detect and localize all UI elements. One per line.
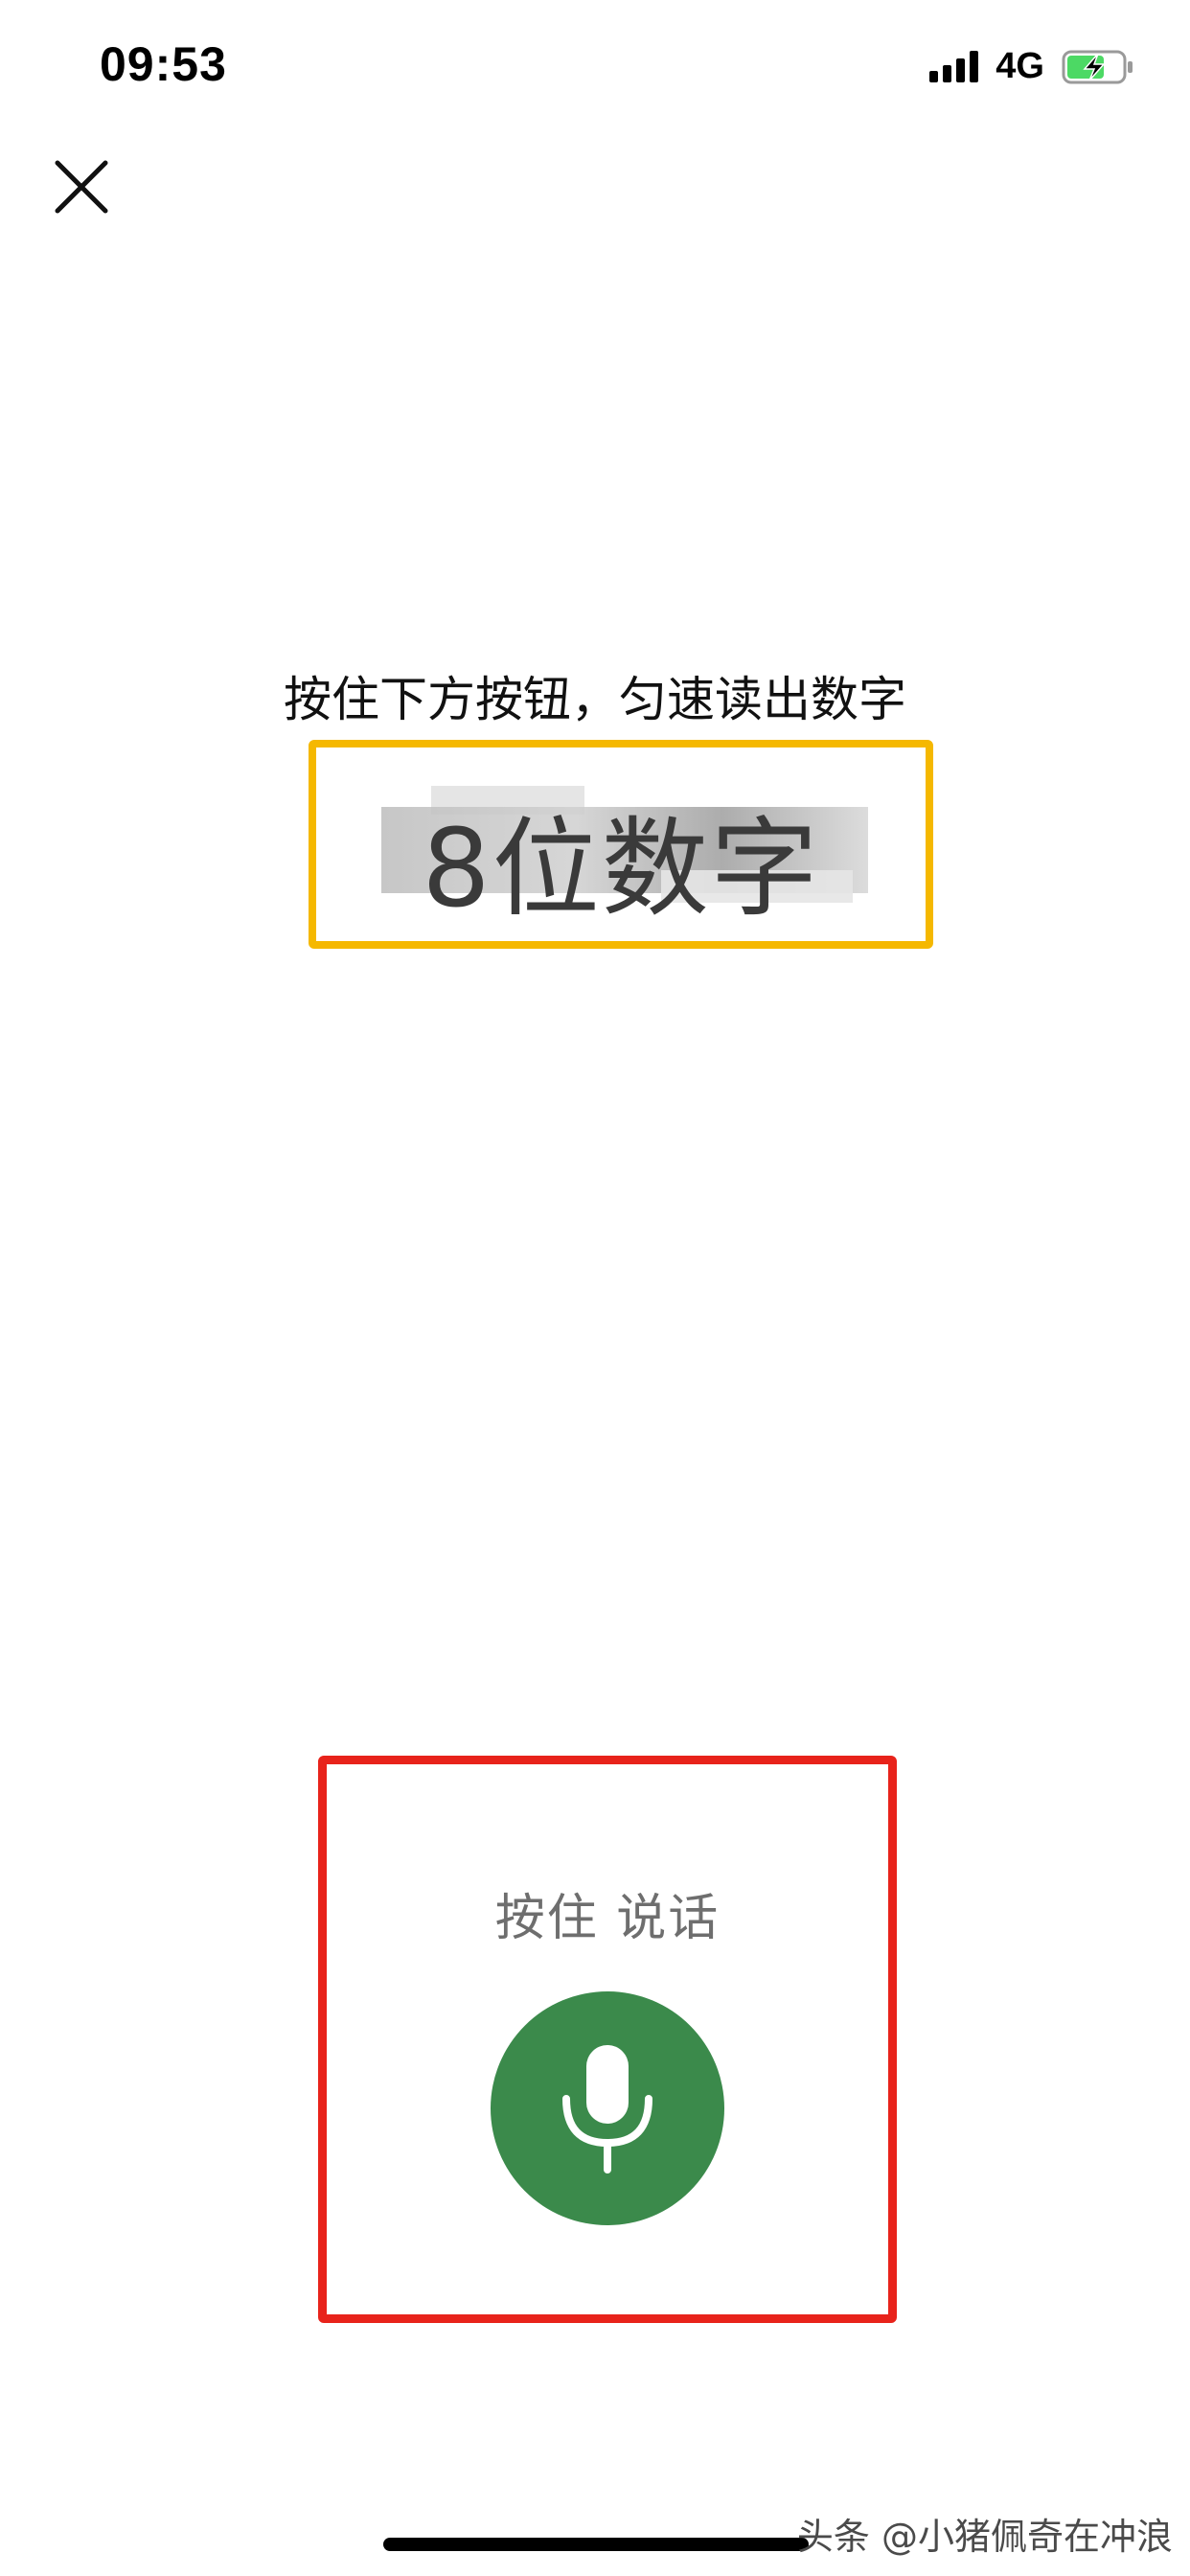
instruction-text: 按住下方按钮，匀速读出数字 xyxy=(284,672,906,727)
close-icon xyxy=(55,160,108,214)
speak-highlight-box: 按住 说话 xyxy=(318,1756,897,2323)
signal-icon xyxy=(929,50,979,82)
digits-placeholder: 8位数字 xyxy=(422,807,820,932)
close-button[interactable] xyxy=(50,155,113,218)
status-indicators: 4G xyxy=(929,42,1133,90)
network-type: 4G xyxy=(995,45,1044,86)
hold-to-talk-button[interactable] xyxy=(491,1991,724,2225)
watermark-text: 头条 @小猪佩奇在冲浪 xyxy=(796,2516,1173,2558)
microphone-icon xyxy=(562,2045,652,2174)
digits-highlight-box: 8位数字 xyxy=(309,740,933,949)
status-time: 09:53 xyxy=(100,37,227,91)
battery-charging-icon xyxy=(1062,50,1133,84)
hold-to-talk-label: 按住 说话 xyxy=(494,1890,721,1947)
home-indicator[interactable] xyxy=(383,2538,809,2551)
